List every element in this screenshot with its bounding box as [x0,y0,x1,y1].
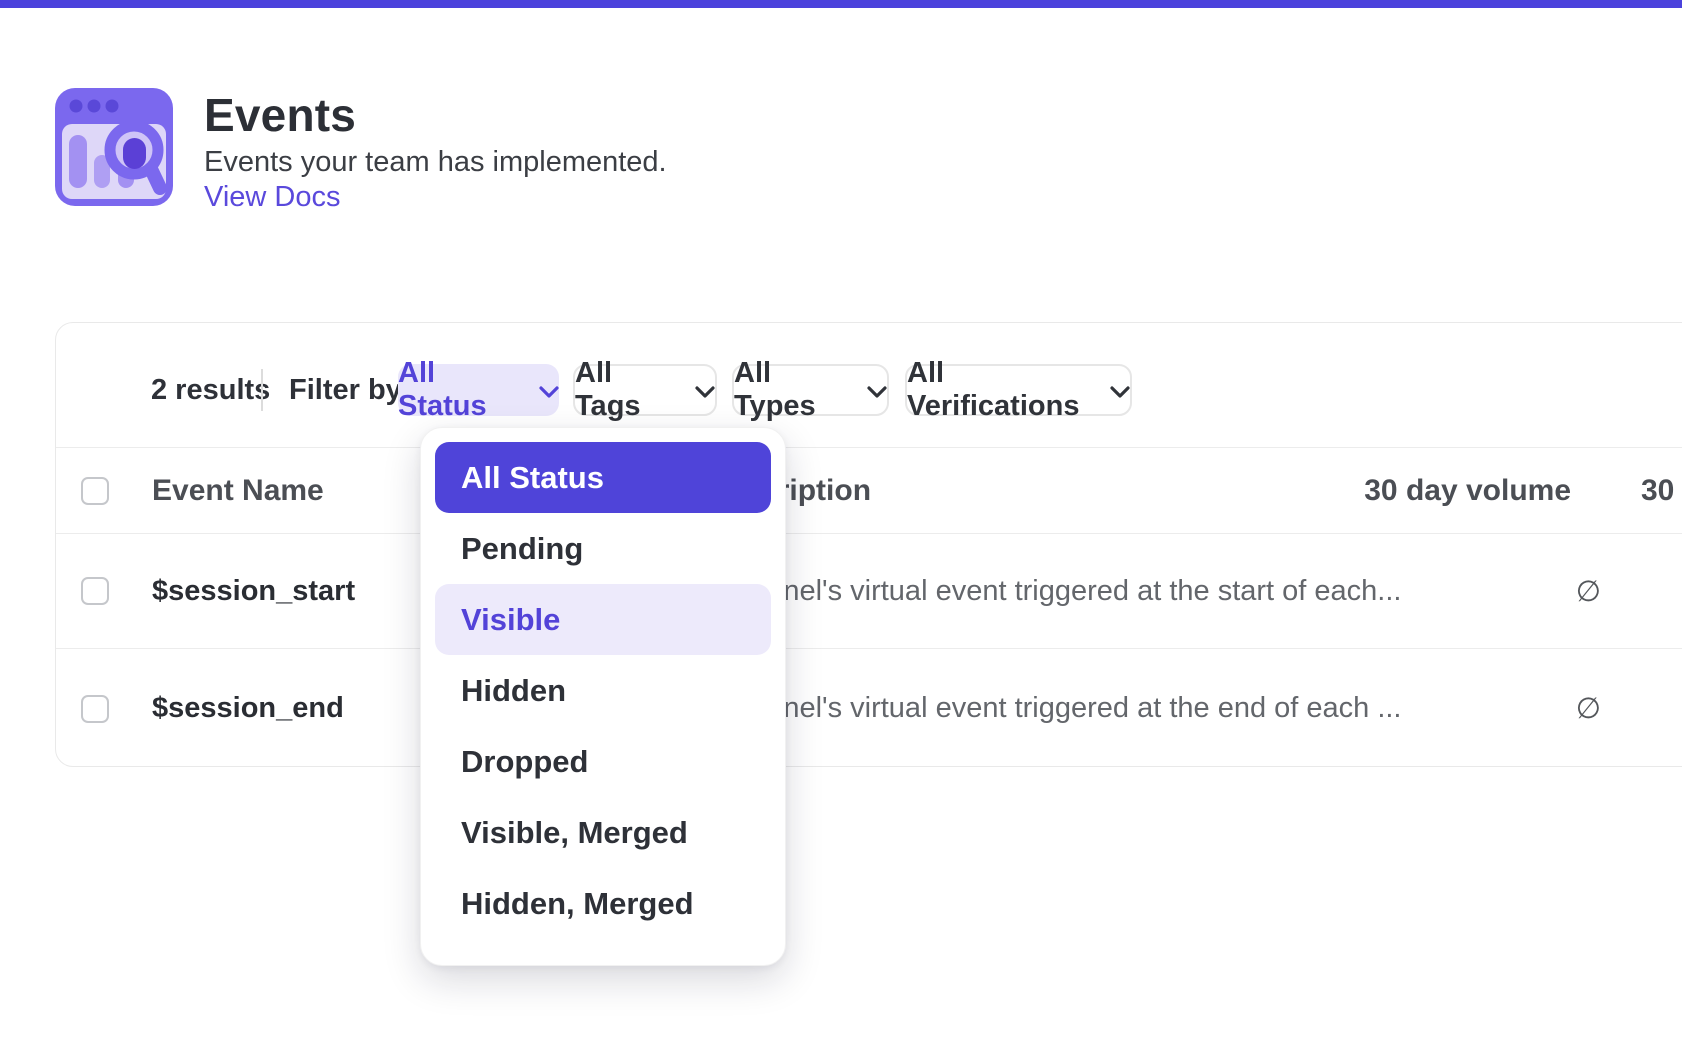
top-accent-bar [0,0,1682,8]
column-header-30-day-clipped[interactable]: 30 d [1641,448,1682,533]
filter-all-types-label: All Types [734,357,855,423]
menu-item-hidden[interactable]: Hidden [435,655,771,726]
status-filter-dropdown: All Status Pending Visible Hidden Droppe… [420,427,786,966]
events-card: 2 results Filter by All Status All Tags … [55,322,1682,767]
column-header-event-name[interactable]: Event Name [152,448,324,533]
event-name[interactable]: $session_start [152,534,355,648]
column-header-30-day-volume[interactable]: 30 day volume [1201,448,1571,533]
menu-item-hidden-merged[interactable]: Hidden, Merged [435,868,771,939]
row-checkbox[interactable] [81,577,109,605]
filter-by-label: Filter by [289,364,402,416]
chevron-down-icon [695,386,715,398]
event-30-day-volume: ∅ [1201,649,1601,768]
results-count: 2 results [151,364,270,416]
view-docs-link[interactable]: View Docs [204,181,340,214]
filter-all-tags-button[interactable]: All Tags [573,364,717,416]
table-row[interactable]: $session_start Mixpanel's virtual event … [56,534,1682,649]
menu-item-visible[interactable]: Visible [435,584,771,655]
filter-all-status-button[interactable]: All Status [398,364,559,416]
table-row[interactable]: $session_end Mixpanel's virtual event tr… [56,649,1682,768]
select-all-checkbox[interactable] [81,477,109,505]
row-checkbox[interactable] [81,695,109,723]
menu-item-pending[interactable]: Pending [435,513,771,584]
menu-item-all-status[interactable]: All Status [435,442,771,513]
menu-item-visible-merged[interactable]: Visible, Merged [435,797,771,868]
menu-item-dropped[interactable]: Dropped [435,726,771,797]
page-subtitle: Events your team has implemented. [204,146,667,179]
event-name[interactable]: $session_end [152,649,344,768]
filter-all-types-button[interactable]: All Types [732,364,889,416]
filter-all-status-label: All Status [398,357,527,423]
toolbar-divider [261,369,263,411]
event-30-day-volume: ∅ [1201,534,1601,648]
page-title: Events [204,88,356,142]
chevron-down-icon [1110,386,1130,398]
chevron-down-icon [867,386,887,398]
table-header-row: Event Name Description 30 day volume 30 … [56,447,1682,534]
events-app-icon [55,88,173,206]
filter-all-verifications-button[interactable]: All Verifications [905,364,1132,416]
chevron-down-icon [539,386,559,398]
filter-all-verifications-label: All Verifications [907,357,1098,423]
filter-all-tags-label: All Tags [575,357,683,423]
